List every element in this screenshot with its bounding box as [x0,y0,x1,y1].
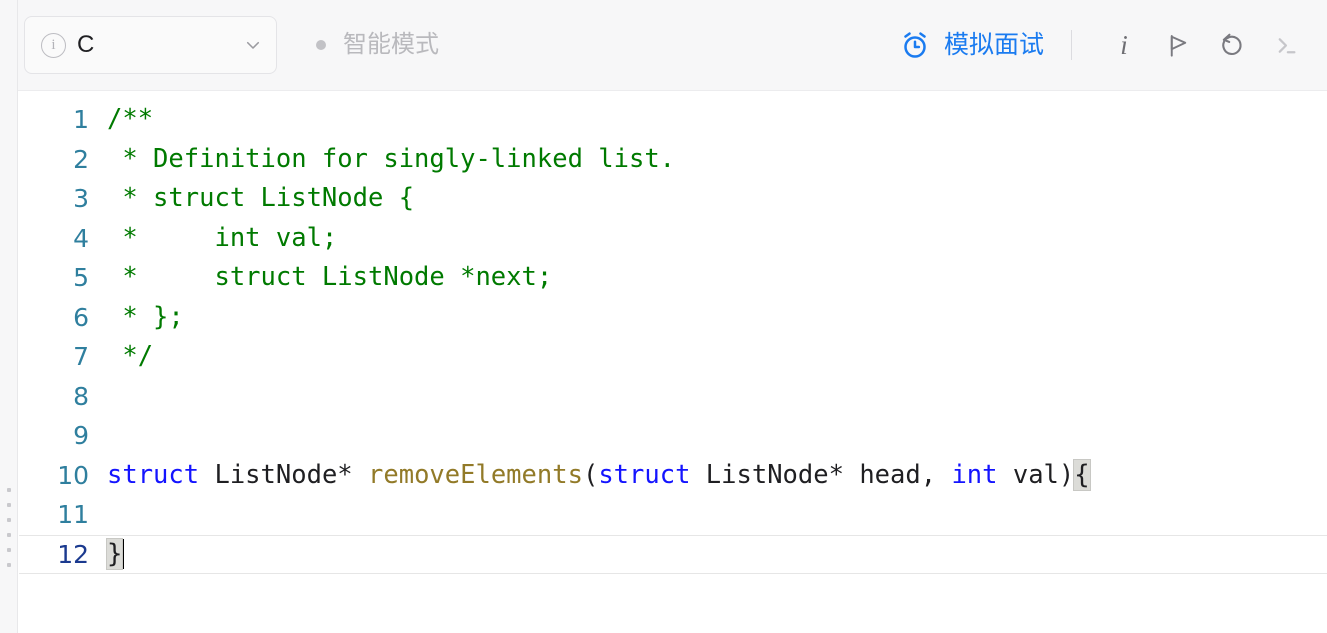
line-number: 11 [57,500,89,530]
language-select-value: C [77,31,95,58]
code-line[interactable]: 9 [19,416,1327,456]
code-line[interactable]: 11 [19,495,1327,535]
line-content[interactable]: /** [107,104,154,134]
line-content[interactable]: struct ListNode* removeElements(struct L… [107,458,1091,491]
line-number: 2 [73,144,89,174]
line-content[interactable]: * }; [107,301,184,332]
code-line[interactable]: 2 * Definition for singly-linked list. [19,140,1327,180]
line-number: 1 [73,105,89,135]
line-number: 9 [73,421,89,451]
mock-interview-label: 模拟面试 [943,30,1044,59]
line-content[interactable]: */ [107,341,154,371]
code-line[interactable]: 5 * struct ListNode *next; [19,258,1327,298]
line-number: 6 [73,302,89,332]
code-lines: 1 /** 2 * Definition for singly-linked lis… [19,92,1327,574]
code-line[interactable]: 10 struct ListNode* removeElements(struct… [19,456,1327,496]
toolbar-divider [1071,30,1072,60]
line-number: 4 [73,223,89,253]
grip-dot [6,518,11,522]
grip-dot [6,548,11,552]
status-dot-icon [316,40,326,50]
drag-grip-icon[interactable] [6,488,11,567]
code-token: * Definition for singly-linked list. [107,143,676,174]
line-content[interactable]: * int val; [107,222,338,253]
chevron-down-icon [244,36,262,54]
grip-dot [6,488,11,492]
code-token: * struct ListNode { [107,183,415,213]
code-editor-screen: i C 智能模式 模拟面试 i 1 /** 2 * Definition for… [0,0,1327,633]
code-token: */ [107,341,154,371]
info-italic-icon: i [1120,29,1128,60]
smart-mode-label: 智能模式 [343,31,439,58]
mock-interview-button[interactable]: 模拟面试 [900,30,1044,60]
language-select[interactable]: i C [24,16,277,74]
info-button[interactable]: i [1097,23,1151,67]
line-content[interactable]: } [105,538,125,571]
code-line[interactable]: 12} [19,534,1327,575]
text-cursor [122,539,125,570]
code-line[interactable]: 6 * }; [19,298,1327,338]
info-circle-icon: i [41,32,66,58]
line-number: 5 [73,263,89,293]
console-button[interactable] [1259,23,1313,67]
code-token: * int val; [107,222,338,253]
code-token: * }; [107,301,184,332]
code-token: struct [598,459,691,490]
flag-icon [1165,32,1192,59]
grip-dot [6,563,11,567]
alarm-clock-icon [900,30,930,60]
code-token: struct [107,459,200,490]
left-resize-rail[interactable] [0,0,18,633]
code-token: * struct ListNode *next; [107,262,553,292]
code-token: int [951,459,998,490]
code-token: { [1073,458,1091,491]
code-line[interactable]: 4 * int val; [19,219,1327,259]
code-line[interactable]: 7 */ [19,337,1327,377]
line-content[interactable]: * struct ListNode *next; [107,262,553,292]
code-token: /** [107,104,154,134]
toolbar-actions: 模拟面试 i [900,23,1313,67]
flag-button[interactable] [1151,23,1205,67]
terminal-icon [1273,32,1300,59]
code-token: } [105,538,124,571]
code-line[interactable]: 1 /** [19,100,1327,140]
code-token: ListNode* [199,459,369,490]
code-line[interactable]: 3 * struct ListNode { [19,179,1327,219]
line-content[interactable]: * Definition for singly-linked list. [107,143,676,174]
code-token: ( [582,459,599,490]
code-token: ListNode* head, [690,459,952,490]
smart-mode-toggle[interactable]: 智能模式 [316,33,439,57]
line-number: 10 [57,460,89,490]
line-number: 7 [73,342,89,372]
code-token: val) [997,459,1075,490]
line-content[interactable]: * struct ListNode { [107,183,415,213]
code-line[interactable]: 8 [19,377,1327,417]
grip-dot [6,503,11,507]
line-number: 12 [57,539,89,569]
reset-button[interactable] [1205,23,1259,67]
grip-dot [6,533,11,537]
editor-toolbar: i C 智能模式 模拟面试 i [18,0,1327,91]
line-number: 3 [73,184,89,214]
undo-arrow-icon [1218,31,1246,59]
code-token: removeElements [368,459,583,490]
line-number: 8 [73,381,89,411]
code-editor[interactable]: 1 /** 2 * Definition for singly-linked lis… [19,92,1327,633]
